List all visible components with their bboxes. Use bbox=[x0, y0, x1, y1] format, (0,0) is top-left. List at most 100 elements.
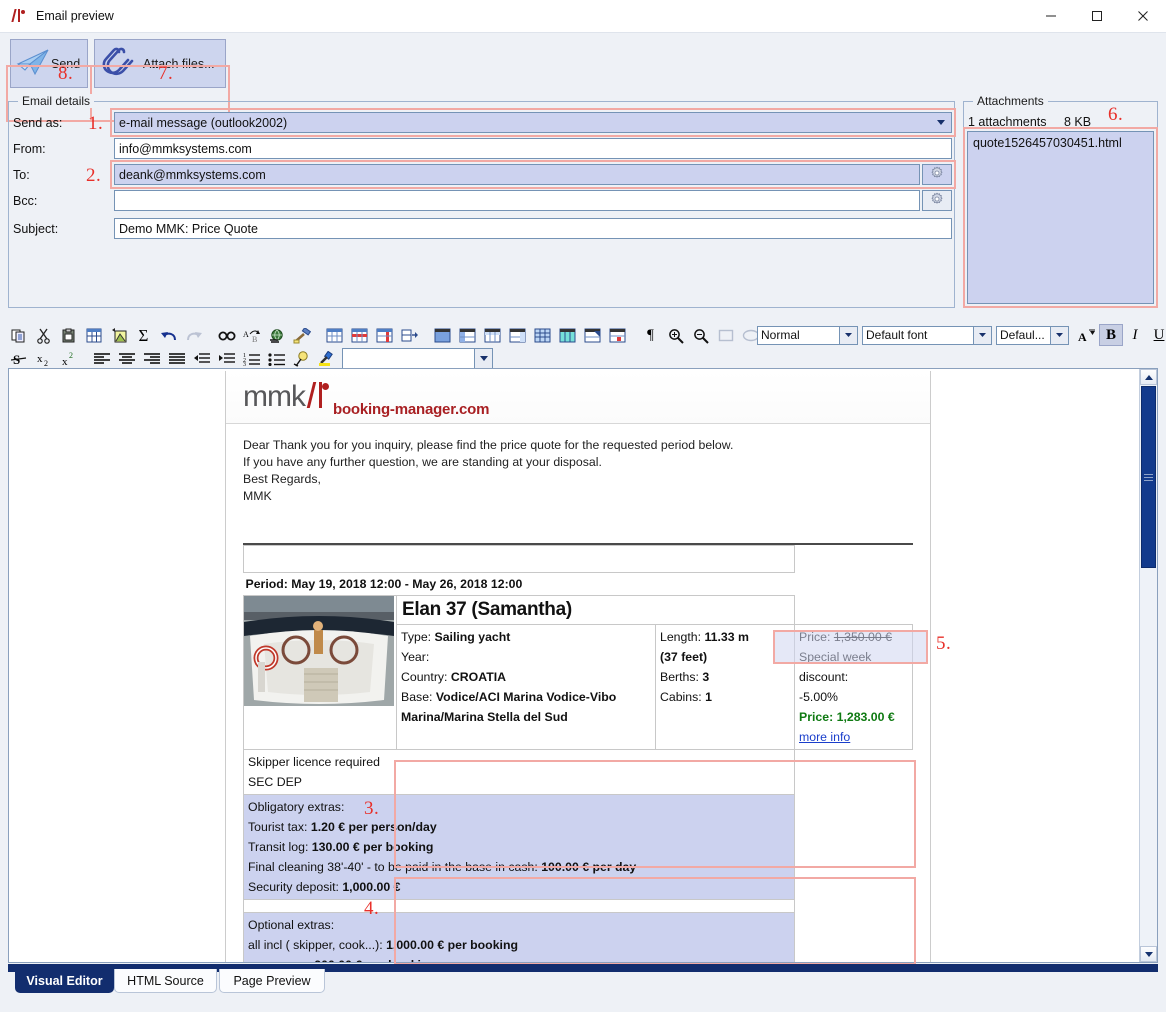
berths-label: Berths: bbox=[660, 670, 699, 684]
email-greeting: Dear Thank you for you inquiry, please f… bbox=[226, 424, 930, 521]
from-input[interactable]: info@mmksystems.com bbox=[114, 138, 952, 159]
more-info-link[interactable]: more info bbox=[799, 730, 850, 744]
close-icon[interactable] bbox=[1120, 0, 1166, 32]
align-center-icon[interactable] bbox=[114, 347, 139, 370]
underline-button[interactable]: U bbox=[1147, 324, 1166, 346]
send-as-combo[interactable]: e-mail message (outlook2002) bbox=[114, 112, 952, 133]
minimize-icon[interactable] bbox=[1028, 0, 1074, 32]
window-controls bbox=[1028, 0, 1166, 32]
table-grid-icon[interactable] bbox=[480, 324, 505, 347]
pilcrow-icon[interactable]: ¶ bbox=[638, 324, 663, 347]
year-label: Year: bbox=[401, 650, 430, 664]
item-value: 1.20 € per person/day bbox=[310, 820, 437, 834]
optional-item: convoyage: 900.00 € per booking bbox=[248, 955, 790, 962]
yacht-price-cell: Price: 1,350.00 € Special week discount:… bbox=[794, 624, 913, 750]
font-family-value: Default font bbox=[866, 328, 928, 342]
align-right-icon[interactable] bbox=[139, 347, 164, 370]
strikethrough-icon[interactable]: S bbox=[6, 347, 31, 370]
chevron-down-icon[interactable] bbox=[932, 114, 950, 131]
maximize-icon[interactable] bbox=[1074, 0, 1120, 32]
table-row: Period: May 19, 2018 12:00 - May 26, 201… bbox=[244, 573, 913, 596]
align-justify-icon[interactable] bbox=[164, 347, 189, 370]
tab-page-preview[interactable]: Page Preview bbox=[219, 969, 325, 993]
editor-toolbar: Σ AB ¶ Normal Default font Defaul... A B… bbox=[0, 322, 1166, 370]
attachments-list[interactable]: quote1526457030451.html bbox=[967, 131, 1154, 304]
table-icon[interactable] bbox=[81, 324, 106, 347]
numbered-list-icon[interactable]: 123 bbox=[239, 347, 264, 370]
chevron-down-icon[interactable] bbox=[475, 348, 493, 369]
scroll-down-icon[interactable] bbox=[1140, 946, 1157, 962]
marker-3: 3. bbox=[364, 798, 380, 819]
anchor-icon[interactable] bbox=[289, 347, 314, 370]
spec-feet: (37 feet) bbox=[660, 647, 790, 667]
send-button[interactable]: Send bbox=[10, 39, 88, 88]
table-merge-icon[interactable] bbox=[530, 324, 555, 347]
sum-icon[interactable]: Σ bbox=[131, 324, 156, 347]
chevron-down-icon[interactable] bbox=[1051, 325, 1069, 345]
tab-html-source[interactable]: HTML Source bbox=[114, 969, 217, 993]
zoom-out-icon[interactable] bbox=[688, 324, 713, 347]
subscript-icon[interactable]: x2 bbox=[31, 347, 56, 370]
font-size-select[interactable]: Defaul... bbox=[996, 325, 1051, 345]
undo-icon[interactable] bbox=[156, 324, 181, 347]
subject-input[interactable]: Demo MMK: Price Quote bbox=[114, 218, 952, 239]
scrollbar-thumb[interactable] bbox=[1141, 386, 1156, 568]
indent-icon[interactable] bbox=[214, 347, 239, 370]
font-family-select[interactable]: Default font bbox=[862, 325, 974, 345]
editor-vertical-scrollbar[interactable] bbox=[1139, 369, 1157, 962]
table-border-icon[interactable] bbox=[505, 324, 530, 347]
highlighter-icon[interactable] bbox=[314, 347, 339, 370]
table-delete-row-icon[interactable] bbox=[555, 324, 580, 347]
email-logo-header: mmk booking-manager.com bbox=[226, 371, 930, 424]
table-row-icon[interactable] bbox=[347, 324, 372, 347]
copy-icon[interactable] bbox=[6, 324, 31, 347]
table-insert-icon[interactable] bbox=[322, 324, 347, 347]
to-input[interactable]: deank@mmksystems.com bbox=[114, 164, 920, 185]
price-original-row: Price: 1,350.00 € bbox=[799, 627, 908, 647]
obligatory-item: Tourist tax: 1.20 € per person/day bbox=[248, 817, 790, 837]
image-icon[interactable] bbox=[106, 324, 131, 347]
bcc-input[interactable] bbox=[114, 190, 920, 211]
yacht-name: Elan 37 (Samantha) bbox=[396, 595, 795, 625]
paste-icon[interactable] bbox=[56, 324, 81, 347]
table-delete-col-icon[interactable] bbox=[580, 324, 605, 347]
find-icon[interactable] bbox=[214, 324, 239, 347]
note-line: Skipper licence required bbox=[248, 755, 380, 769]
italic-button[interactable]: I bbox=[1123, 324, 1147, 346]
table-column-icon[interactable] bbox=[372, 324, 397, 347]
logo-text: mmk bbox=[243, 380, 306, 413]
format-painter-icon[interactable] bbox=[289, 324, 314, 347]
bold-label: B bbox=[1105, 326, 1116, 343]
spec-length: Length: 11.33 m bbox=[660, 627, 790, 647]
yacht-image-cell bbox=[243, 595, 397, 750]
price-label: Price: bbox=[799, 630, 831, 644]
table-props-icon[interactable] bbox=[455, 324, 480, 347]
font-color-icon[interactable]: A bbox=[1075, 324, 1099, 346]
visual-editor-canvas[interactable]: mmk booking-manager.com Dear Thank you f… bbox=[8, 368, 1158, 963]
list-item[interactable]: quote1526457030451.html bbox=[973, 136, 1148, 150]
spacer-cell bbox=[243, 899, 795, 913]
paragraph-style-select[interactable]: Normal bbox=[757, 325, 840, 345]
bullet-list-icon[interactable] bbox=[264, 347, 289, 370]
align-left-icon[interactable] bbox=[89, 347, 114, 370]
chevron-down-icon[interactable] bbox=[974, 325, 992, 345]
outdent-icon[interactable] bbox=[189, 347, 214, 370]
tab-visual-editor[interactable]: Visual Editor bbox=[15, 969, 114, 993]
cell-fill-icon[interactable] bbox=[430, 324, 455, 347]
spellcheck-icon[interactable]: AB bbox=[239, 324, 264, 347]
note-line: SEC DEP bbox=[248, 775, 302, 789]
scroll-up-icon[interactable] bbox=[1140, 369, 1157, 385]
table-cell-props-icon[interactable] bbox=[605, 324, 630, 347]
zoom-in-icon[interactable] bbox=[663, 324, 688, 347]
base-value: Vodice/ACI Marina Vodice-Vibo Marina/Mar… bbox=[401, 690, 617, 724]
superscript-icon[interactable]: x2 bbox=[56, 347, 81, 370]
table-split-icon[interactable] bbox=[397, 324, 422, 347]
to-contacts-button[interactable] bbox=[922, 164, 952, 185]
highlight-color-combo[interactable] bbox=[342, 348, 475, 369]
bold-button[interactable]: B bbox=[1099, 324, 1123, 346]
cut-icon[interactable] bbox=[31, 324, 56, 347]
paperclip-icon bbox=[102, 46, 136, 81]
bcc-contacts-button[interactable] bbox=[922, 190, 952, 211]
insert-link-icon[interactable] bbox=[264, 324, 289, 347]
chevron-down-icon[interactable] bbox=[840, 325, 858, 345]
